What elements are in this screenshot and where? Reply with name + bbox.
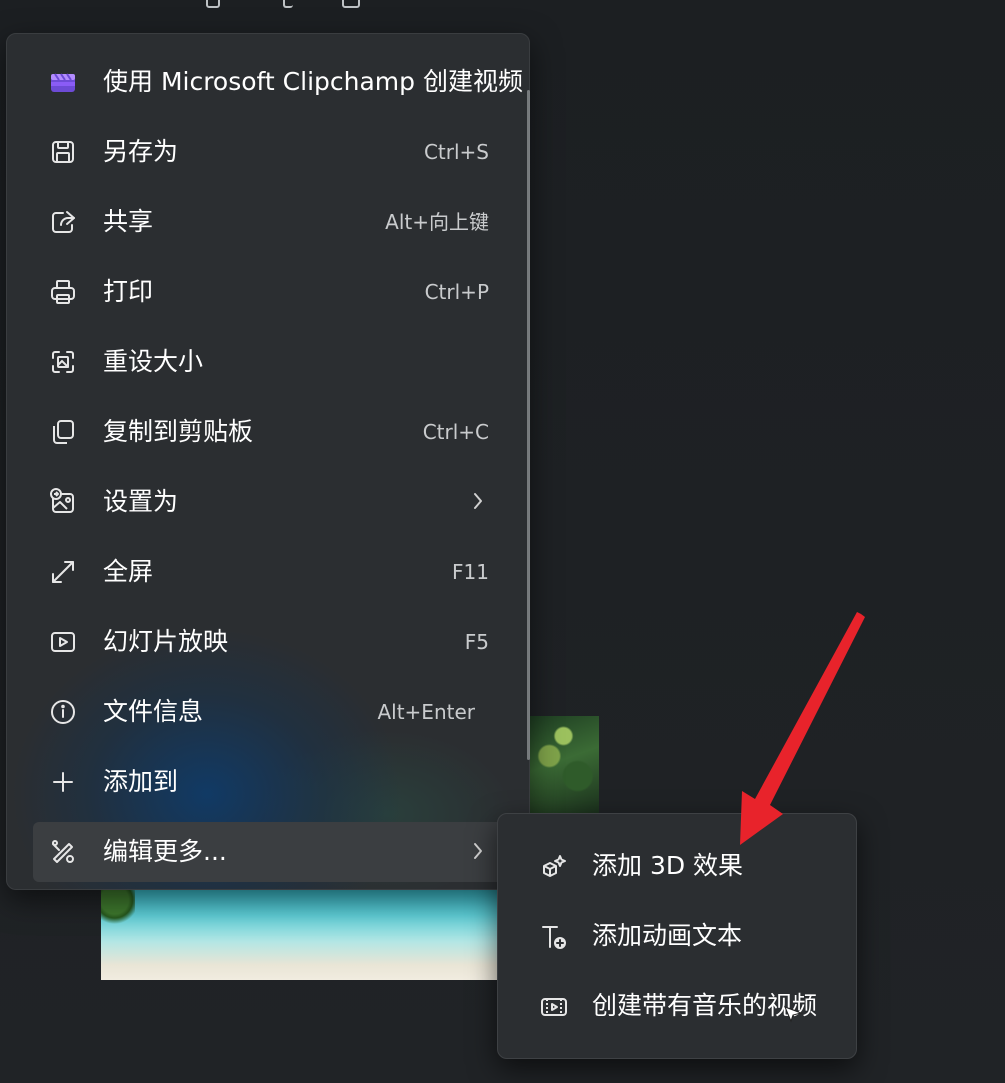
menu-item-label: 另存为: [103, 137, 179, 166]
mouse-cursor-icon: [784, 1006, 803, 1023]
menu-item-label: 文件信息: [103, 697, 204, 726]
share-icon: [49, 208, 77, 236]
context-menu: 使用 Microsoft Clipchamp 创建视频 另存为 Ctrl+S 共…: [6, 33, 530, 890]
submenu-item-animated-text[interactable]: 添加动画文本: [528, 909, 838, 965]
menu-item-label: 幻灯片放映: [103, 627, 229, 656]
slideshow-icon: [49, 628, 77, 656]
menu-item-label: 设置为: [103, 487, 179, 516]
animated-text-icon: [540, 923, 568, 951]
info-icon: [49, 698, 77, 726]
add-icon: [49, 768, 77, 796]
menu-shortcut: Ctrl+P: [424, 280, 489, 304]
menu-item-label: 打印: [103, 277, 154, 306]
app-background: 使用 Microsoft Clipchamp 创建视频 另存为 Ctrl+S 共…: [0, 0, 1005, 1083]
menu-item-file-info[interactable]: 文件信息 Alt+Enter: [33, 682, 503, 742]
clipchamp-icon: [49, 68, 77, 96]
menu-item-edit-more[interactable]: 编辑更多...: [33, 822, 503, 882]
set-as-icon: [49, 488, 77, 516]
toolbar-fragment: [342, 0, 360, 8]
menu-item-slideshow[interactable]: 幻灯片放映 F5: [33, 612, 503, 672]
menu-shortcut: F11: [452, 560, 489, 584]
toolbar-fragment: [206, 0, 220, 8]
menu-scrollbar[interactable]: [527, 90, 530, 760]
menu-item-fullscreen[interactable]: 全屏 F11: [33, 542, 503, 602]
menu-item-clipchamp[interactable]: 使用 Microsoft Clipchamp 创建视频: [33, 52, 523, 112]
3d-effects-icon: [540, 853, 568, 881]
menu-item-resize[interactable]: 重设大小: [33, 332, 503, 392]
menu-item-label: 编辑更多...: [103, 837, 227, 866]
menu-shortcut: Alt+Enter: [377, 700, 475, 724]
menu-item-label: 使用 Microsoft Clipchamp 创建视频: [103, 67, 523, 96]
toolbar-fragment: [283, 0, 293, 8]
menu-item-set-as[interactable]: 设置为: [33, 472, 503, 532]
menu-item-label: 添加到: [103, 767, 179, 796]
save-icon: [49, 138, 77, 166]
menu-item-label: 共享: [103, 207, 154, 236]
print-icon: [49, 278, 77, 306]
edit-more-icon: [49, 838, 77, 866]
video-music-icon: [540, 993, 568, 1021]
menu-item-label: 复制到剪贴板: [103, 417, 254, 446]
background-photo-beach: [101, 880, 501, 980]
copy-icon: [49, 418, 77, 446]
menu-item-add-to[interactable]: 添加到: [33, 752, 503, 812]
annotation-arrow: [740, 612, 865, 845]
menu-item-save-as[interactable]: 另存为 Ctrl+S: [33, 122, 503, 182]
menu-item-print[interactable]: 打印 Ctrl+P: [33, 262, 503, 322]
menu-item-share[interactable]: 共享 Alt+向上键: [33, 192, 503, 252]
menu-shortcut: F5: [464, 630, 489, 654]
background-photo-palm: [528, 716, 599, 816]
menu-item-label: 重设大小: [103, 347, 204, 376]
menu-item-copy[interactable]: 复制到剪贴板 Ctrl+C: [33, 402, 503, 462]
submenu-item-label: 添加动画文本: [592, 921, 743, 950]
menu-shortcut: Alt+向上键: [385, 210, 489, 234]
resize-icon: [49, 348, 77, 376]
menu-shortcut: Ctrl+S: [423, 140, 489, 164]
chevron-right-icon: [471, 839, 485, 863]
fullscreen-icon: [49, 558, 77, 586]
menu-item-label: 全屏: [103, 557, 154, 586]
menu-shortcut: Ctrl+C: [422, 420, 489, 444]
chevron-right-icon: [471, 489, 485, 513]
